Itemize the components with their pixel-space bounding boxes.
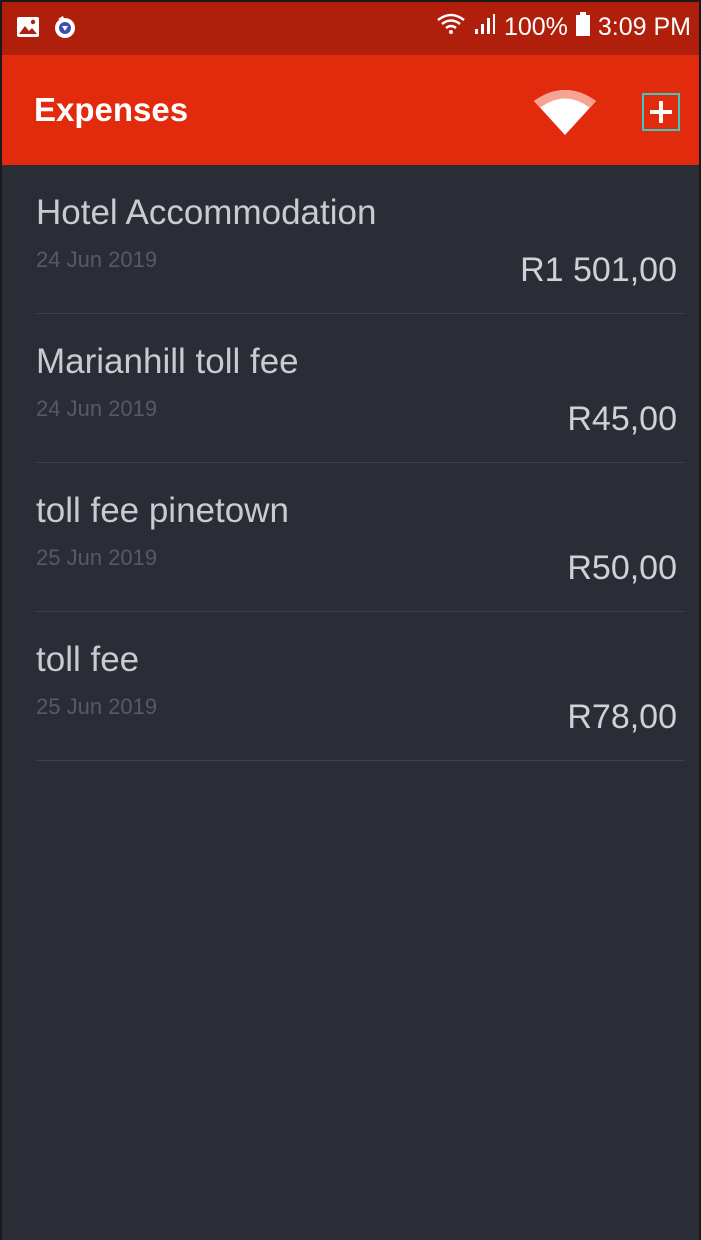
notification-icons [16,14,78,44]
expense-title: Marianhill toll fee [36,342,299,381]
add-expense-button[interactable] [642,93,680,131]
wifi-status-icon [436,12,466,43]
app-notification-icon [52,14,78,44]
wifi-icon [534,90,596,135]
screen: 100% 3:09 PM Expenses Hotel Accommodatio… [0,0,701,1240]
expense-title: toll fee [36,640,140,679]
list-item[interactable]: toll fee pinetown 25 Jun 2019 R50,00 [36,463,685,612]
battery-percent: 100% [503,13,568,41]
system-status: 100% 3:09 PM [436,12,691,43]
expense-date: 24 Jun 2019 [36,247,158,272]
status-bar: 100% 3:09 PM [2,2,699,55]
expense-amount: R1 501,00 [520,251,677,289]
signal-icon [474,13,496,42]
expense-date: 25 Jun 2019 [36,694,158,719]
expense-amount: R78,00 [567,698,677,736]
image-notification-icon [16,16,40,42]
list-item[interactable]: Marianhill toll fee 24 Jun 2019 R45,00 [36,314,685,463]
sync-wifi-button[interactable] [532,87,598,137]
expense-list: Hotel Accommodation 24 Jun 2019 R1 501,0… [2,165,699,761]
expense-title: Hotel Accommodation [36,193,377,232]
list-item[interactable]: Hotel Accommodation 24 Jun 2019 R1 501,0… [36,165,685,314]
expense-amount: R45,00 [567,400,677,438]
app-bar: Expenses [2,55,699,165]
expense-date: 25 Jun 2019 [36,545,158,570]
expense-amount: R50,00 [567,549,677,587]
page-title: Expenses [34,91,189,128]
clock: 3:09 PM [597,13,691,41]
list-item[interactable]: toll fee 25 Jun 2019 R78,00 [36,612,685,761]
expense-date: 24 Jun 2019 [36,396,158,421]
expense-title: toll fee pinetown [36,491,289,530]
battery-icon [575,12,590,43]
plus-icon [650,101,672,123]
